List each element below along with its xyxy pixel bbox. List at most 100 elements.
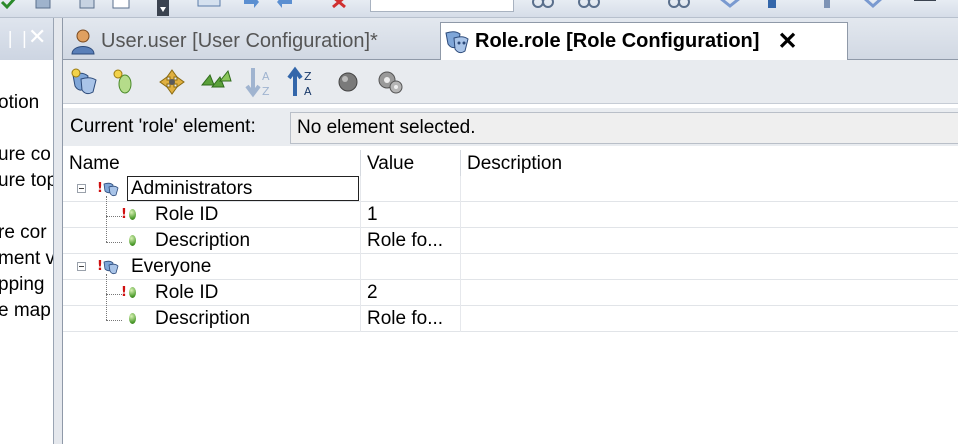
add-leaf-icon (113, 69, 132, 94)
row-value[interactable]: 1 (367, 202, 461, 228)
document-tabbar: User.user [User Configuration]* Role.rol… (63, 18, 958, 60)
row-name: Everyone (131, 256, 212, 277)
link-alt-icon[interactable] (576, 0, 602, 10)
grid-icon[interactable] (78, 0, 96, 10)
current-element-value: No element selected. (290, 112, 958, 144)
column-separator (460, 228, 461, 254)
tree-line (106, 242, 122, 243)
column-header-name[interactable]: Name (63, 150, 361, 176)
column-separator (360, 280, 361, 306)
top-toolbar (0, 0, 958, 18)
save-icon[interactable] (34, 0, 52, 10)
expand-all-icon (200, 69, 232, 88)
chevron-down-icon[interactable] (860, 0, 886, 10)
role-masks-icon (445, 30, 469, 53)
left-panel: ❘❘ ✕ otion ure co ure top re cor ment v … (0, 18, 54, 444)
panel-splitter[interactable] (54, 18, 62, 444)
tree-row-administrators[interactable]: ! Administrators (63, 176, 958, 202)
row-name: Description (155, 308, 251, 329)
svg-text:A: A (304, 85, 312, 98)
left-panel-text: ment v (0, 248, 54, 269)
close-tab-icon[interactable]: ✕ (777, 27, 797, 56)
table-icon[interactable] (112, 0, 130, 10)
tree-row-role-id[interactable]: ! Role ID 1 (63, 196, 958, 228)
sort-ascending-icon: A Z (245, 68, 270, 98)
check-icon[interactable] (0, 0, 18, 10)
tab-user-configuration[interactable]: User.user [User Configuration]* (67, 22, 437, 60)
left-panel-text: pping (0, 274, 45, 295)
row-description (467, 254, 957, 280)
column-separator (360, 202, 361, 228)
row-description (467, 280, 957, 306)
row-value[interactable]: Role fo... (367, 228, 461, 254)
add-role-button[interactable] (67, 66, 101, 98)
leaf-dot-icon (129, 235, 136, 246)
minus-icon[interactable] (910, 0, 940, 10)
row-description (467, 306, 957, 332)
left-panel-text: ure top (0, 170, 54, 191)
tab-label: Role.role [Role Configuration] (475, 30, 760, 52)
record-button[interactable] (331, 66, 365, 98)
delete-icon[interactable] (330, 0, 348, 10)
svg-text:Z: Z (262, 85, 270, 98)
row-value[interactable]: Role fo... (367, 306, 461, 332)
row-value[interactable]: 2 (367, 280, 461, 306)
tree-row-everyone[interactable]: ! Everyone (63, 254, 958, 280)
link-icon[interactable] (530, 0, 556, 10)
column-separator (360, 176, 361, 202)
leaf-dot-icon (129, 209, 136, 220)
column-separator (460, 176, 461, 202)
add-element-button[interactable] (107, 66, 141, 98)
arrow-right-icon[interactable] (242, 0, 260, 10)
move-button[interactable] (155, 66, 189, 98)
window-icon[interactable] (196, 0, 222, 10)
sort-ascending-button[interactable]: A Z (243, 66, 277, 98)
tab-role-configuration[interactable]: Role.role [Role Configuration] ✕ (440, 22, 848, 60)
tree-row-role-id[interactable]: ! Role ID 2 (63, 274, 958, 306)
role-toolbar: A Z Z A (63, 60, 958, 104)
sort-az-icon[interactable] (764, 0, 790, 10)
tree-line (106, 294, 107, 320)
left-panel-text: re cor (0, 222, 47, 243)
bar-icon[interactable] (818, 0, 836, 10)
diamond-down-icon[interactable] (716, 0, 746, 10)
tree-line (106, 196, 107, 216)
leaf-dot-icon (129, 313, 136, 324)
row-value[interactable] (367, 176, 461, 202)
tree-line (106, 216, 107, 242)
dropdown-arrow-icon[interactable] (154, 0, 172, 16)
row-description (467, 228, 957, 254)
tree-line (106, 320, 122, 321)
column-separator (360, 306, 361, 332)
arrow-left-icon[interactable] (276, 0, 294, 10)
tree-row-description[interactable]: Description Role fo... (63, 216, 958, 254)
collapse-icon[interactable] (77, 184, 86, 193)
row-name: Administrators (131, 178, 253, 199)
left-panel-text: e map (0, 300, 51, 321)
settings-button[interactable] (373, 66, 407, 98)
toolbar-search-input[interactable] (370, 0, 514, 12)
leaf-dot-icon (129, 287, 136, 298)
chain-icon[interactable] (666, 0, 692, 10)
tree-line (106, 294, 122, 295)
column-separator (460, 280, 461, 306)
row-description (467, 202, 957, 228)
expand-all-button[interactable] (199, 66, 233, 98)
close-panel-icon[interactable]: ✕ (28, 25, 46, 50)
sort-descending-button[interactable]: Z A (285, 66, 319, 98)
left-panel-text: ure co (0, 144, 51, 165)
column-header-value[interactable]: Value (361, 150, 461, 176)
column-separator (460, 202, 461, 228)
column-separator (360, 254, 361, 280)
required-marker-icon: ! (121, 285, 127, 300)
role-masks-icon (103, 182, 119, 197)
move-arrows-icon (159, 69, 185, 95)
column-separator (460, 306, 461, 332)
role-masks-icon (103, 260, 119, 275)
tree-row-description[interactable]: Description Role fo... (63, 294, 958, 332)
document-area: User.user [User Configuration]* Role.rol… (62, 18, 958, 444)
row-value[interactable] (367, 254, 461, 280)
column-separator (460, 254, 461, 280)
column-header-description[interactable]: Description (461, 150, 958, 176)
collapse-icon[interactable] (77, 262, 86, 271)
